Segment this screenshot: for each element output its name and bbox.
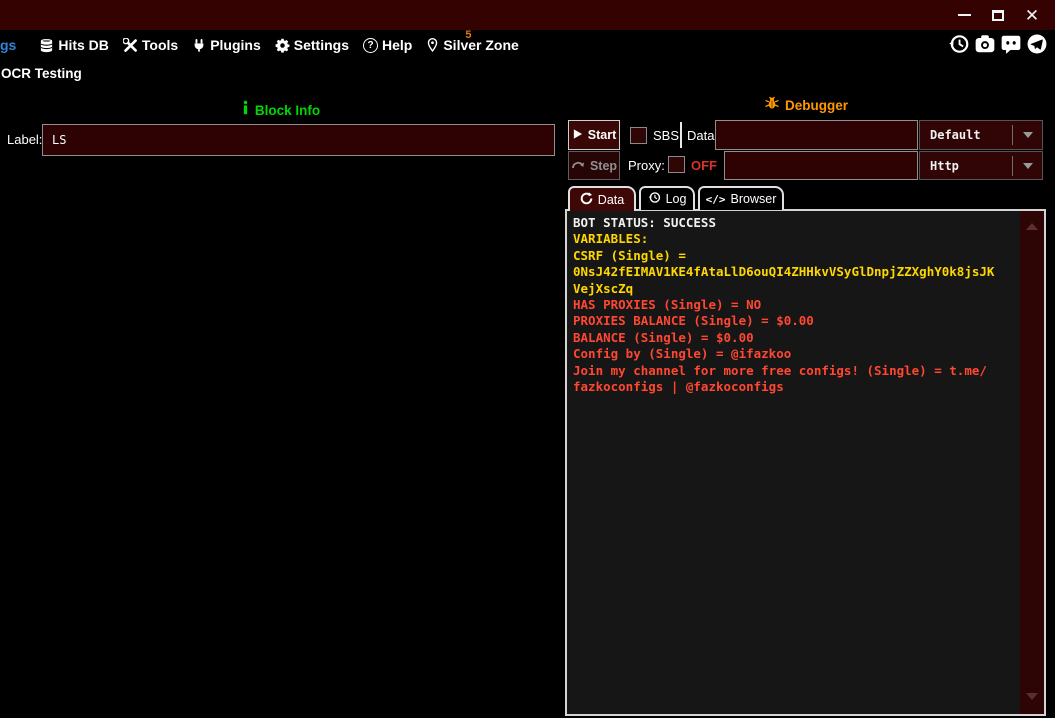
tab-data[interactable]: Data	[568, 186, 636, 211]
menu-item-label: Help	[382, 37, 412, 53]
debugger-title: Debugger	[785, 98, 848, 113]
console-output: BOT STATUS: SUCCESS VARIABLES: CSRF (Sin…	[573, 215, 1018, 712]
data-type-value: Default	[920, 128, 1012, 142]
database-icon	[39, 38, 54, 53]
code-icon: </>	[706, 193, 726, 206]
tools-icon	[123, 38, 138, 53]
map-pin-icon	[426, 37, 439, 53]
minimize-icon	[958, 14, 971, 16]
console-line: HAS PROXIES (Single) = NO	[573, 297, 1018, 313]
help-icon: ?	[363, 38, 378, 53]
menu-item-label: Plugins	[210, 37, 261, 53]
history-icon	[648, 191, 661, 207]
history-icon[interactable]	[947, 32, 970, 55]
menubar: gs Hits DB Tools Plugins	[0, 30, 1055, 60]
proxy-type-dropdown[interactable]: Http	[919, 151, 1043, 180]
chevron-down-icon[interactable]	[1013, 132, 1042, 138]
titlebar: ✕	[0, 0, 1055, 30]
menu-item-silver-zone[interactable]: Silver Zone 5	[419, 37, 525, 53]
console-line: Join my channel for more free configs! (…	[573, 363, 1018, 379]
plug-icon	[192, 38, 206, 53]
window-controls: ✕	[947, 0, 1049, 30]
telegram-icon[interactable]	[1025, 32, 1048, 55]
scroll-up-icon[interactable]	[1026, 223, 1038, 230]
chevron-down-icon[interactable]	[1013, 163, 1042, 169]
start-button[interactable]: Start	[568, 120, 620, 150]
camera-icon[interactable]	[973, 32, 996, 55]
block-info-header: Block Info	[0, 100, 562, 120]
menu-item-hits-db[interactable]: Hits DB	[32, 37, 116, 53]
tab-log-label: Log	[666, 192, 687, 206]
proxy-label: Proxy:	[628, 158, 665, 173]
menu-item-label: Silver Zone	[443, 37, 518, 53]
console-scrollbar[interactable]	[1020, 211, 1044, 714]
proxy-input[interactable]	[724, 151, 918, 180]
tab-log[interactable]: Log	[639, 186, 695, 210]
play-icon	[572, 128, 583, 143]
label-input[interactable]	[42, 124, 555, 156]
menu-item-label: Settings	[294, 37, 349, 53]
console-line: CSRF (Single) =	[573, 248, 1018, 264]
app-window: ✕ gs Hits DB Tools Plugins	[0, 0, 1055, 718]
tab-data-label: Data	[598, 193, 624, 207]
sbs-label: SBS	[653, 128, 679, 143]
debugger-header: Debugger	[565, 95, 1047, 116]
menu-item-tools[interactable]: Tools	[116, 37, 185, 53]
maximize-button[interactable]	[981, 0, 1015, 30]
console-line: fazkoconfigs | @fazkoconfigs	[573, 379, 1018, 395]
minimize-button[interactable]	[947, 0, 981, 30]
console-line: BOT STATUS: SUCCESS	[573, 215, 1018, 231]
separator	[680, 122, 682, 148]
scroll-down-icon[interactable]	[1026, 693, 1038, 700]
toolbar-icons	[947, 32, 1048, 55]
data-input[interactable]	[715, 120, 918, 150]
proxy-checkbox[interactable]	[668, 156, 685, 173]
maximize-icon	[992, 10, 1004, 21]
data-label: Data:	[687, 128, 718, 143]
info-icon	[242, 100, 249, 120]
sbs-checkbox[interactable]	[630, 127, 647, 144]
tab-browser-label: Browser	[731, 192, 777, 206]
console-line: VejXscZq	[573, 281, 1018, 297]
menu-item-label: Tools	[142, 37, 178, 53]
step-button-label: Step	[590, 159, 617, 173]
gear-icon	[275, 38, 290, 53]
step-button[interactable]: Step	[568, 151, 620, 180]
menu-item-plugins[interactable]: Plugins	[185, 37, 268, 53]
close-button[interactable]: ✕	[1015, 0, 1049, 30]
console-line: Config by (Single) = @ifazkoo	[573, 346, 1018, 362]
tab-browser[interactable]: </> Browser	[698, 186, 784, 210]
refresh-icon	[580, 192, 593, 208]
silver-zone-badge: 5	[465, 29, 471, 41]
label-caption: Label:	[7, 132, 42, 147]
start-button-label: Start	[588, 128, 616, 142]
proxy-type-value: Http	[920, 159, 1012, 173]
console-line: PROXIES BALANCE (Single) = $0.00	[573, 313, 1018, 329]
page-tab-label[interactable]: OCR Testing	[1, 66, 82, 81]
console-line: VARIABLES:	[573, 231, 1018, 247]
menu-item-partial[interactable]: gs	[0, 37, 16, 53]
debugger-console[interactable]: BOT STATUS: SUCCESS VARIABLES: CSRF (Sin…	[565, 209, 1046, 716]
data-type-dropdown[interactable]: Default	[919, 120, 1043, 150]
menu-item-help[interactable]: ? Help	[356, 37, 419, 53]
menu-item-label: Hits DB	[58, 37, 109, 53]
menu-items: Hits DB Tools Plugins Settings	[32, 37, 525, 53]
block-info-title: Block Info	[255, 103, 320, 118]
step-icon	[571, 158, 585, 173]
proxy-status: OFF	[691, 158, 717, 173]
console-line: BALANCE (Single) = $0.00	[573, 330, 1018, 346]
bug-icon	[764, 95, 780, 116]
console-line: 0NsJ42fEIMAV1KE4fAtaLlD6ouQI4ZHHkvVSyGlD…	[573, 264, 1018, 280]
close-icon: ✕	[1025, 7, 1039, 24]
discord-icon[interactable]	[999, 32, 1022, 55]
menu-item-settings[interactable]: Settings	[268, 37, 356, 53]
